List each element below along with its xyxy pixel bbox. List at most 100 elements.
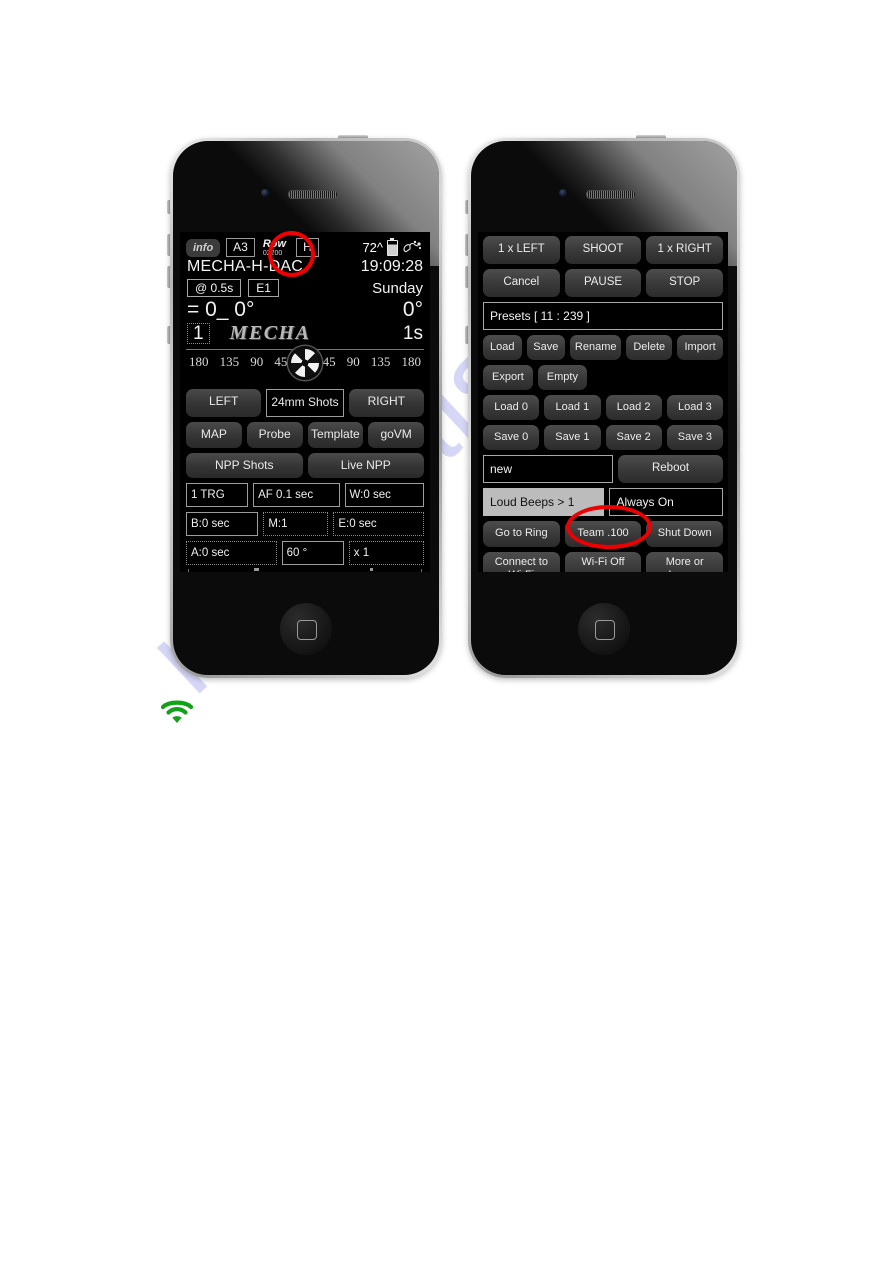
map-button[interactable]: MAP bbox=[186, 421, 242, 448]
left-phone-mute-switch[interactable] bbox=[167, 200, 170, 214]
always-on-field[interactable]: Always On bbox=[609, 488, 723, 517]
beeps-power-row: Loud Beeps > 1 Always On bbox=[483, 488, 723, 517]
save-slot-3-button[interactable]: Save 3 bbox=[666, 425, 723, 451]
angle-left-display: = 0_ 0° bbox=[187, 298, 255, 321]
govm-button[interactable]: goVM bbox=[368, 421, 424, 448]
shot-count-box[interactable]: 1 bbox=[187, 322, 210, 345]
preset-import-button[interactable]: Import bbox=[677, 334, 723, 360]
load-slot-2-button[interactable]: Load 2 bbox=[605, 394, 662, 421]
right-phone-volume-up-button[interactable] bbox=[465, 234, 468, 256]
angle-field[interactable]: 60 ° bbox=[281, 541, 344, 566]
status-indicators: 72^ bbox=[362, 237, 424, 256]
one-x-right-button[interactable]: 1 x RIGHT bbox=[646, 236, 724, 264]
live-npp-button[interactable]: Live NPP bbox=[307, 452, 424, 479]
right-phone-body: 1 x LEFT SHOOT 1 x RIGHT Cancel PAUSE ST… bbox=[471, 141, 737, 675]
horizontal-scrollbar[interactable] bbox=[188, 568, 422, 572]
load-slot-0-button[interactable]: Load 0 bbox=[483, 394, 540, 421]
reboot-button[interactable]: Reboot bbox=[618, 455, 723, 484]
preset-load-button[interactable]: Load bbox=[483, 334, 522, 360]
right-phone-volume-down-button[interactable] bbox=[465, 266, 468, 288]
presets-field[interactable]: Presets [ 11 : 239 ] bbox=[483, 301, 723, 330]
aperture-field[interactable]: A:0 sec bbox=[186, 541, 277, 566]
save-slot-1-button[interactable]: Save 1 bbox=[544, 425, 601, 451]
preset-ops-row-2: Export Empty bbox=[483, 364, 723, 390]
right-button[interactable]: RIGHT bbox=[348, 389, 424, 417]
right-phone-screen: 1 x LEFT SHOOT 1 x RIGHT Cancel PAUSE ST… bbox=[478, 232, 728, 572]
title-clock-row: MECHA-H-DAC 19:09:28 bbox=[180, 258, 430, 276]
save-slots-row: Save 0 Save 1 Save 2 Save 3 bbox=[483, 425, 723, 451]
name-reboot-row: new Reboot bbox=[483, 455, 723, 484]
one-x-left-button[interactable]: 1 x LEFT bbox=[483, 236, 560, 264]
left-phone-home-button[interactable] bbox=[280, 603, 332, 655]
hand-tap-icon bbox=[403, 240, 422, 252]
lens-shots-button[interactable]: 24mm Shots bbox=[266, 389, 344, 417]
compass-rosette-icon bbox=[288, 346, 322, 380]
wifi-off-button[interactable]: Wi-Fi Off bbox=[564, 551, 642, 572]
more-or-less-button[interactable]: More or Less... bbox=[646, 551, 724, 572]
channel-button[interactable]: A3 bbox=[226, 238, 255, 257]
angle-dial[interactable]: 180 135 90 45 45 90 135 180 bbox=[186, 346, 424, 384]
save-slot-0-button[interactable]: Save 0 bbox=[483, 425, 540, 451]
preset-delete-button[interactable]: Delete bbox=[626, 334, 673, 360]
dial-tick: 45 bbox=[274, 354, 288, 369]
left-phone-volume-up-button[interactable] bbox=[167, 234, 170, 256]
load-slot-3-button[interactable]: Load 3 bbox=[666, 394, 723, 421]
home-square-icon bbox=[595, 620, 615, 640]
right-phone-mute-switch[interactable] bbox=[465, 200, 468, 214]
cancel-button[interactable]: Cancel bbox=[483, 268, 560, 297]
load-slots-row: Load 0 Load 1 Load 2 Load 3 bbox=[483, 394, 723, 421]
preset-save-button[interactable]: Save bbox=[526, 334, 566, 360]
team-button[interactable]: Team .100 bbox=[564, 521, 642, 547]
preset-empty-button[interactable]: Empty bbox=[537, 364, 587, 390]
connect-to-wifi-button[interactable]: Connect to Wi-Fi bbox=[483, 551, 560, 572]
dial-tick: 90 bbox=[346, 354, 360, 369]
go-to-ring-button[interactable]: Go to Ring bbox=[483, 521, 560, 547]
dial-tick: 135 bbox=[219, 354, 240, 369]
angle-row: = 0_ 0° 0° bbox=[180, 297, 430, 322]
autofocus-field[interactable]: AF 0.1 sec bbox=[253, 483, 340, 508]
row-label: Row 02200 bbox=[263, 238, 286, 257]
trigger-field[interactable]: 1 TRG bbox=[186, 483, 249, 508]
count-logo-row: 1 MECHA 1s bbox=[180, 322, 430, 345]
multiplier-field[interactable]: M:1 bbox=[263, 512, 329, 537]
clock-display: 19:09:28 bbox=[360, 258, 423, 275]
right-phone-home-button[interactable] bbox=[578, 603, 630, 655]
load-slot-1-button[interactable]: Load 1 bbox=[544, 394, 601, 421]
main-direction-row: LEFT 24mm Shots RIGHT bbox=[180, 384, 430, 417]
actions-row: 1 x LEFT SHOOT 1 x RIGHT bbox=[483, 236, 724, 264]
mode-h-button[interactable]: H bbox=[296, 238, 319, 257]
template-button[interactable]: Template bbox=[307, 421, 364, 448]
preset-ops-row: Load Save Rename Delete Import bbox=[483, 334, 723, 360]
preset-export-button[interactable]: Export bbox=[483, 364, 533, 390]
preset-name-input[interactable]: new bbox=[483, 455, 614, 484]
wait-field[interactable]: W:0 sec bbox=[344, 483, 424, 508]
shut-down-button[interactable]: Shut Down bbox=[646, 521, 724, 547]
left-phone-volume-down-button[interactable] bbox=[167, 266, 170, 288]
shoot-button[interactable]: SHOOT bbox=[564, 236, 642, 264]
wifi-row: Connect to Wi-Fi Wi-Fi Off More or Less.… bbox=[483, 551, 724, 572]
loud-beeps-field[interactable]: Loud Beeps > 1 bbox=[483, 488, 605, 517]
front-camera-icon bbox=[559, 189, 567, 197]
stop-button[interactable]: STOP bbox=[646, 268, 724, 297]
exposure-pill[interactable]: E1 bbox=[248, 279, 279, 297]
front-camera-icon bbox=[261, 189, 269, 197]
left-phone-body: info A3 Row 02200 H 72^ MECHA-H-DAC 19:0… bbox=[173, 141, 439, 675]
save-slot-2-button[interactable]: Save 2 bbox=[605, 425, 662, 451]
info-button[interactable]: info bbox=[186, 238, 221, 257]
left-phone-frame: info A3 Row 02200 H 72^ MECHA-H-DAC 19:0… bbox=[167, 135, 442, 678]
bulb-field[interactable]: B:0 sec bbox=[186, 512, 259, 537]
repeat-field[interactable]: x 1 bbox=[348, 541, 424, 566]
preset-rename-button[interactable]: Rename bbox=[570, 334, 622, 360]
pause-button[interactable]: PAUSE bbox=[564, 268, 642, 297]
right-phone-power-button[interactable] bbox=[636, 135, 666, 138]
exposure-delay-field[interactable]: E:0 sec bbox=[333, 512, 424, 537]
left-phone-power-button[interactable] bbox=[338, 135, 368, 138]
probe-button[interactable]: Probe bbox=[246, 421, 303, 448]
left-phone-sim-slot bbox=[167, 326, 170, 344]
delay-pill[interactable]: @ 0.5s bbox=[187, 279, 242, 297]
earpiece-speaker bbox=[586, 190, 636, 199]
dial-tick: 135 bbox=[370, 354, 391, 369]
battery-icon bbox=[387, 237, 398, 256]
left-button[interactable]: LEFT bbox=[186, 389, 262, 417]
npp-shots-button[interactable]: NPP Shots bbox=[186, 452, 303, 479]
